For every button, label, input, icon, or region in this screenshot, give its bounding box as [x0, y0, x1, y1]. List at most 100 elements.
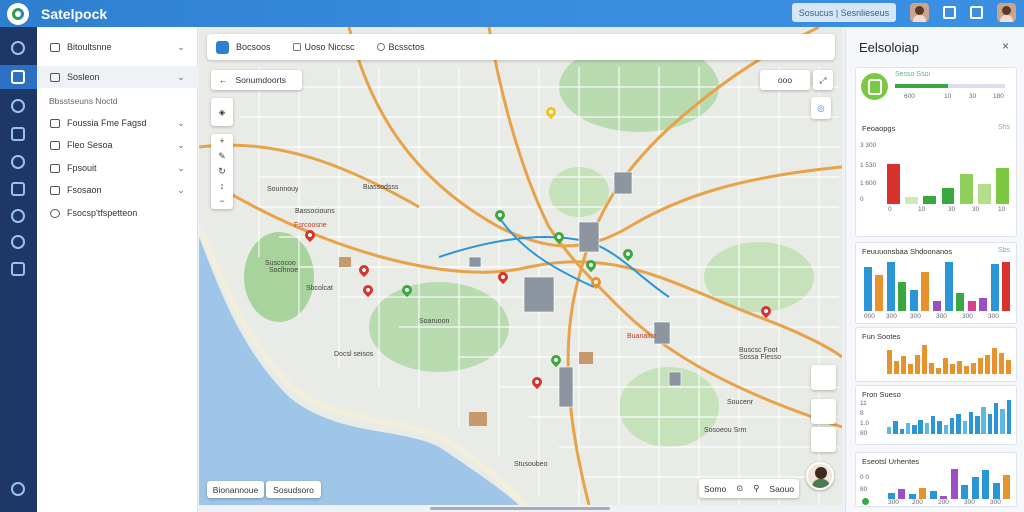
x-tick: 300: [886, 313, 897, 320]
chart-bar: [999, 353, 1004, 374]
chart-bar: [936, 367, 941, 374]
expand-icon[interactable]: ⤢: [813, 70, 833, 90]
chart-bar: [996, 167, 1010, 204]
rail-dashboard-icon[interactable]: [11, 41, 25, 55]
x-tick: 10: [998, 206, 1006, 213]
chart-bar: [941, 187, 955, 204]
top-search-button[interactable]: Sosucus | Sesnlieseus: [792, 3, 896, 22]
sidebar-item-inspection[interactable]: Fsocsp'tfspetteon: [37, 202, 198, 224]
chart-subtitle: Shs: [997, 124, 1010, 131]
rail-routes-icon[interactable]: [11, 99, 25, 113]
chart-bar: [887, 350, 892, 374]
measure-icon[interactable]: ↕: [211, 179, 233, 194]
rail-world-icon[interactable]: [11, 482, 25, 496]
map-label: Stusoubeo: [514, 461, 548, 468]
pin-icon: ⚲: [753, 483, 760, 493]
x-tick: 300: [964, 499, 975, 506]
map-canvas[interactable]: Biassodsss Bassociouns Fsrcoosne Suscoco…: [199, 27, 842, 505]
rail-tools-icon[interactable]: [11, 209, 25, 223]
chart-bar: [949, 417, 955, 434]
chart-bar: [1006, 399, 1012, 434]
zoom-in-icon[interactable]: +: [211, 134, 233, 149]
chart-bar: [978, 184, 991, 204]
map-label: Fsrcoosne: [294, 222, 327, 229]
map-tool-column: + ✎ ↻ ↕ −: [211, 134, 233, 209]
user-avatar[interactable]: [910, 3, 929, 22]
chart-bar: [1003, 475, 1011, 499]
share-fab-icon[interactable]: [811, 427, 836, 452]
map-label: Soucenr: [727, 399, 754, 406]
draw-icon[interactable]: ✎: [211, 149, 233, 164]
y-tick: 3 300: [860, 142, 877, 149]
map-search-segment[interactable]: Bcssctos: [376, 42, 425, 52]
rail-history-icon[interactable]: [11, 235, 25, 249]
sidebar: Bitoultsnne ⌄ Sosleon ⌄ Bbsstseuns Noctd…: [37, 27, 198, 512]
tag-fab-icon[interactable]: [811, 399, 836, 424]
sidebar-item-report[interactable]: Fpsouit ⌄: [37, 157, 198, 179]
map-search-segment[interactable]: Uoso Niccsc: [292, 42, 355, 52]
map-options-button[interactable]: ooo: [760, 70, 810, 90]
chart-bar: [956, 292, 965, 311]
layers-fab-icon[interactable]: [811, 365, 836, 390]
sidebar-item-season[interactable]: Fsosaon ⌄: [37, 179, 198, 201]
rail-analytics-icon[interactable]: [11, 182, 25, 196]
scale-chip[interactable]: Sosudsoro: [266, 481, 321, 498]
chart-bar: [981, 407, 986, 434]
map-search-bar[interactable]: Bocsoos Uoso Niccsc Bcssctos: [207, 34, 835, 60]
profile-avatar[interactable]: [997, 3, 1016, 22]
rail-network-icon[interactable]: [11, 262, 25, 276]
map-search-segment[interactable]: Bocsoos: [236, 42, 271, 52]
y-tick: 0 0: [860, 474, 870, 481]
sidebar-item-files[interactable]: Foussia Fme Fagsd ⌄: [37, 112, 198, 134]
chart-bar: [943, 358, 948, 374]
map-search-badge-icon: [216, 40, 229, 54]
chart-bar: [990, 264, 999, 311]
chart-card-2: Feuuuonsbaa Shdoonanos Sbs 000 300 300 3…: [855, 242, 1017, 324]
grid-icon: [292, 43, 301, 51]
chart-bar: [1006, 359, 1011, 374]
sidebar-item-session[interactable]: Sosleon ⌄: [37, 66, 198, 88]
square-icon: [50, 118, 60, 128]
rotate-icon[interactable]: ↻: [211, 164, 233, 179]
x-tick: 300: [936, 313, 947, 320]
chart-bar: [921, 272, 930, 311]
zoom-out-icon[interactable]: −: [211, 194, 233, 209]
logo-mark-icon: [12, 7, 24, 20]
settings-icon[interactable]: [970, 6, 983, 19]
rail-layers-icon[interactable]: [11, 127, 25, 141]
chart-bar: [893, 421, 898, 434]
chart-bar: [924, 423, 930, 434]
chart-bar: [901, 356, 906, 374]
notification-icon[interactable]: [943, 6, 956, 19]
map-label: Suscocoo: [265, 260, 296, 267]
x-tick: 300: [888, 499, 899, 506]
sidebar-item-flow[interactable]: Fleo Sesoa ⌄: [37, 134, 198, 156]
chart-bar: [937, 421, 942, 434]
map-horizontal-scrollbar[interactable]: [430, 507, 610, 510]
map-label: Sossa Flesso: [739, 354, 782, 361]
compass-icon[interactable]: ◈: [211, 98, 233, 126]
chart-bar: [915, 354, 920, 374]
close-icon[interactable]: ×: [1002, 39, 1009, 53]
sidebar-item-overview[interactable]: Bitoultsnne ⌄: [37, 36, 198, 58]
chart-bars-3: [886, 342, 1012, 374]
back-button[interactable]: ← Sonumdoorts: [211, 70, 302, 90]
chart-bars-4: [886, 398, 1012, 434]
pencil-icon: [50, 185, 60, 195]
locate-icon[interactable]: ◎: [811, 97, 831, 119]
map-status-bar[interactable]: Somo ⊙ ⚲ Saouo: [699, 479, 799, 498]
stat-progress-fill: [895, 84, 948, 88]
chart-bar: [894, 361, 899, 374]
map-label: Buscsc Foot: [739, 347, 778, 354]
rail-globe-icon[interactable]: [11, 155, 25, 169]
stat-tick: 30: [969, 93, 977, 100]
chart-bar: [912, 425, 917, 434]
x-tick: 30: [972, 206, 980, 213]
rail-home-icon[interactable]: [11, 70, 25, 84]
assistant-avatar[interactable]: [806, 462, 834, 490]
app-logo[interactable]: [7, 2, 29, 25]
chart-bar: [908, 364, 913, 374]
folder-icon: [50, 42, 60, 52]
chart-bar: [985, 354, 990, 374]
basemap-chip[interactable]: Bionannoue: [207, 481, 264, 498]
